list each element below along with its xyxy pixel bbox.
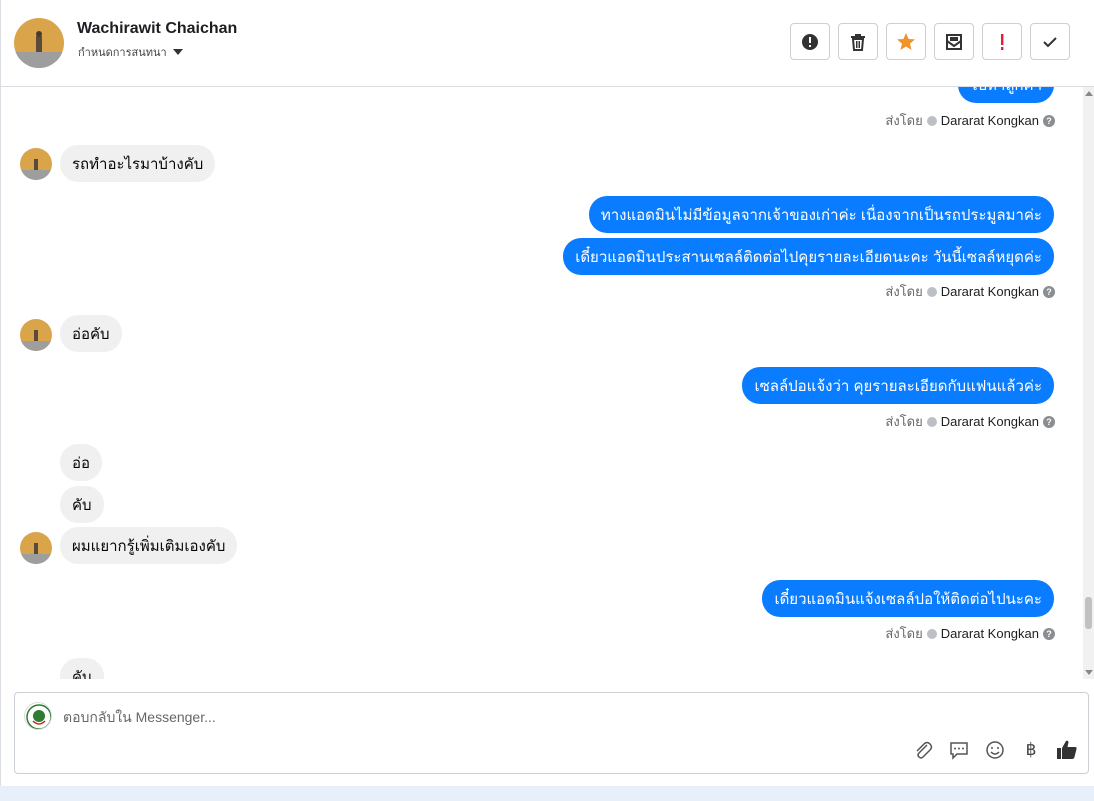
help-icon[interactable]: ? <box>1043 114 1055 127</box>
reply-input[interactable] <box>63 707 863 727</box>
composer-tools: ฿ <box>912 739 1078 761</box>
message-text: อ่อ <box>72 454 91 472</box>
smiley-icon[interactable] <box>984 739 1006 761</box>
trash-icon <box>851 33 865 51</box>
message-incoming[interactable]: อ่อคับ <box>60 315 122 352</box>
message-thread[interactable]: ไปหาลูกค้า ส่งโดย Dararat Kongkan ? รถทำ… <box>1 87 1083 679</box>
contact-avatar[interactable] <box>14 18 64 68</box>
message-text: ผมแยากรู้เพิ่มเติมเองคับ <box>72 537 226 555</box>
caret-down-icon <box>172 49 183 55</box>
message-incoming[interactable]: ผมแยากรู้เพิ่มเติมเองคับ <box>60 527 238 564</box>
sent-by-label: ส่งโดย <box>885 414 923 429</box>
contact-avatar-small <box>20 148 52 180</box>
spam-button[interactable] <box>790 23 830 60</box>
envelope-icon <box>946 33 962 50</box>
star-icon <box>897 32 915 50</box>
message-outgoing[interactable]: ทางแอดมินไม่มีข้อมูลจากเจ้าของเก่าค่ะ เน… <box>588 196 1054 233</box>
page-avatar <box>24 702 52 730</box>
message-text: อ่อคับ <box>72 325 110 343</box>
sent-by-info: ส่งโดย Dararat Kongkan ? <box>885 281 1055 302</box>
status-dot-icon <box>926 286 937 297</box>
sent-by-name: Dararat Kongkan <box>940 414 1039 429</box>
contact-avatar-small <box>20 532 52 564</box>
sent-by-name: Dararat Kongkan <box>940 113 1039 128</box>
assign-conversation-dropdown[interactable]: กำหนดการสนทนา <box>78 43 183 61</box>
message-incoming[interactable]: รถทำอะไรมาบ้างคับ <box>60 145 216 182</box>
exclamation-red-icon <box>1001 33 1004 50</box>
message-incoming[interactable]: คับ <box>60 486 104 523</box>
scroll-down-arrow-icon[interactable] <box>1085 670 1093 675</box>
done-button[interactable] <box>1030 23 1070 60</box>
message-outgoing[interactable]: ไปหาลูกค้า <box>957 87 1054 103</box>
star-button[interactable] <box>886 23 926 60</box>
important-button[interactable] <box>982 23 1022 60</box>
sent-by-info: ส่งโดย Dararat Kongkan ? <box>885 110 1055 131</box>
contact-avatar-small <box>20 319 52 351</box>
bottom-strip <box>0 786 1094 801</box>
message-outgoing[interactable]: เซลล์ปอแจ้งว่า คุยรายละเอียดกับแฟนแล้วค่… <box>742 367 1054 404</box>
status-dot-icon <box>926 416 937 427</box>
scroll-thumb[interactable] <box>1085 597 1092 629</box>
thumbs-up-icon[interactable] <box>1056 739 1078 761</box>
message-text: คับ <box>72 496 92 514</box>
status-dot-icon <box>926 115 937 126</box>
status-dot-icon <box>926 628 937 639</box>
sent-by-label: ส่งโดย <box>885 113 923 128</box>
contact-name[interactable]: Wachirawit Chaichan <box>77 20 237 38</box>
message-text: ทางแอดมินไม่มีข้อมูลจากเจ้าของเก่าค่ะ เน… <box>600 206 1042 224</box>
message-outgoing[interactable]: เดี๋ยวแอดมินแจ้งเซลล์ปอให้ติดต่อไปนะคะ <box>762 580 1054 617</box>
sent-by-name: Dararat Kongkan <box>940 626 1039 641</box>
sent-by-label: ส่งโดย <box>885 626 923 641</box>
assign-conversation-label: กำหนดการสนทนา <box>78 47 167 59</box>
conversation-header: Wachirawit Chaichan กำหนดการสนทนา <box>1 0 1094 87</box>
sent-by-label: ส่งโดย <box>885 284 923 299</box>
header-actions <box>790 23 1070 60</box>
message-text: เดี๋ยวแอดมินประสานเซลล์ติดต่อไปคุยรายละเ… <box>575 248 1042 266</box>
sent-by-info: ส่งโดย Dararat Kongkan ? <box>885 411 1055 432</box>
paperclip-icon[interactable] <box>912 739 934 761</box>
message-text: คับ <box>72 668 92 680</box>
message-text: เซลล์ปอแจ้งว่า คุยรายละเอียดกับแฟนแล้วค่… <box>754 377 1042 395</box>
help-icon[interactable]: ? <box>1043 627 1055 640</box>
message-incoming[interactable]: อ่อ <box>60 444 103 481</box>
message-text: รถทำอะไรมาบ้างคับ <box>72 155 204 173</box>
message-text: ไปหาลูกค้า <box>970 87 1042 97</box>
message-outgoing[interactable]: เดี๋ยวแอดมินประสานเซลล์ติดต่อไปคุยรายละเ… <box>563 238 1054 275</box>
baht-icon[interactable]: ฿ <box>1020 739 1042 761</box>
chat-bubbles-icon[interactable] <box>948 739 970 761</box>
message-incoming[interactable]: คับ <box>60 658 104 679</box>
exclamation-circle-icon <box>802 33 818 50</box>
thread-scrollbar[interactable] <box>1083 87 1094 679</box>
help-icon[interactable]: ? <box>1043 285 1055 298</box>
sent-by-info: ส่งโดย Dararat Kongkan ? <box>885 623 1055 644</box>
message-text: เดี๋ยวแอดมินแจ้งเซลล์ปอให้ติดต่อไปนะคะ <box>774 590 1042 608</box>
reply-composer: ฿ <box>14 692 1089 774</box>
help-icon[interactable]: ? <box>1043 415 1055 428</box>
delete-button[interactable] <box>838 23 878 60</box>
check-icon <box>1043 36 1057 47</box>
sent-by-name: Dararat Kongkan <box>940 284 1039 299</box>
mark-unread-button[interactable] <box>934 23 974 60</box>
scroll-up-arrow-icon[interactable] <box>1085 91 1093 96</box>
